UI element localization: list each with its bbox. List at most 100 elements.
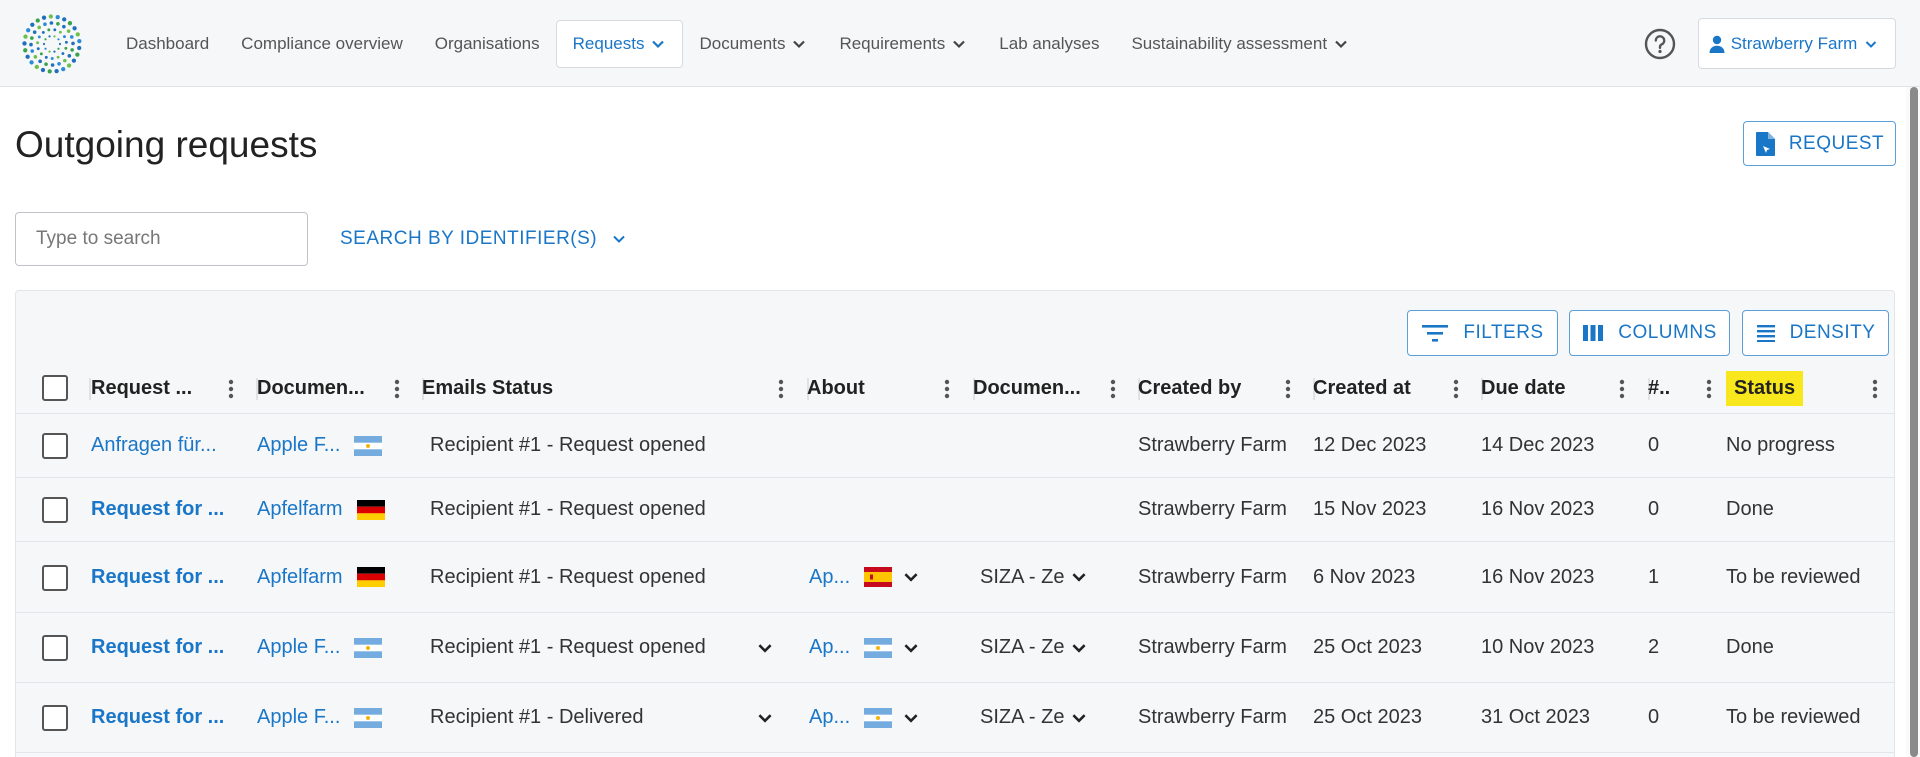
expand-chevron-icon[interactable]	[902, 709, 920, 727]
cell-document[interactable]: Apple F...	[257, 414, 407, 477]
cell-due-date: 10 Nov 2023	[1481, 613, 1632, 682]
email-status-text: Recipient #1 - Request opened	[430, 565, 706, 588]
column-menu-icon[interactable]	[1704, 378, 1714, 400]
filters-label: FILTERS	[1463, 322, 1544, 343]
expand-chevron-icon[interactable]	[902, 639, 920, 657]
row-checkbox[interactable]	[42, 705, 68, 731]
linked-document-text: SIZA - Ze	[980, 706, 1065, 728]
cell-document[interactable]: Apple F...	[257, 613, 407, 682]
cell-created-at: 25 Oct 2023	[1313, 613, 1466, 682]
document-link[interactable]: Apple F...	[257, 706, 340, 729]
cell-document[interactable]: Apple F...	[257, 683, 407, 752]
column-menu-icon[interactable]	[1108, 378, 1118, 400]
expand-chevron-icon[interactable]	[1070, 568, 1088, 586]
email-status-text: Recipient #1 - Delivered	[430, 706, 644, 728]
cell-request[interactable]: Anfragen für...	[91, 414, 241, 477]
about-link[interactable]: Ap...	[809, 566, 850, 589]
expand-chevron-icon[interactable]	[902, 568, 920, 586]
document-link[interactable]: Apple F...	[257, 434, 340, 457]
nav-item-compliance-overview[interactable]: Compliance overview	[225, 20, 419, 68]
column-header-document[interactable]: Documen...	[257, 362, 382, 414]
expand-chevron-icon[interactable]	[1070, 709, 1088, 727]
column-menu-icon[interactable]	[1617, 378, 1627, 400]
status-value: No progress	[1726, 434, 1835, 456]
nav-item-dashboard[interactable]: Dashboard	[110, 20, 225, 68]
column-header-request[interactable]: Request ...	[91, 362, 216, 414]
created-at-value: 6 Nov 2023	[1313, 565, 1416, 588]
filters-button[interactable]: FILTERS	[1407, 310, 1558, 356]
nav-item-sustainability-assessment[interactable]: Sustainability assessment	[1115, 20, 1365, 68]
column-menu-icon[interactable]	[392, 378, 402, 400]
column-menu-icon[interactable]	[942, 378, 952, 400]
new-request-button[interactable]: REQUEST	[1743, 121, 1896, 166]
row-checkbox[interactable]	[42, 564, 68, 591]
table-row[interactable]: Request for ... Apple F... Recipient #1 - …	[15, 683, 1895, 753]
column-header-due-date[interactable]: Due date	[1481, 362, 1607, 414]
row-checkbox[interactable]	[42, 497, 68, 523]
nav-item-organisations[interactable]: Organisations	[419, 20, 556, 68]
cell-about[interactable]: Ap...	[807, 613, 957, 682]
request-link[interactable]: Request for ...	[91, 498, 224, 521]
cell-document[interactable]: Apfelfarm	[257, 542, 407, 612]
column-header-about[interactable]: About	[807, 362, 932, 414]
nav-item-requirements[interactable]: Requirements	[823, 20, 983, 68]
table-row[interactable]: Request for ... Apfelfarm Recipient #1 - R…	[15, 542, 1895, 613]
column-header-created-at[interactable]: Created at	[1313, 362, 1441, 414]
column-header-emails[interactable]: Emails Status	[422, 362, 766, 414]
nav-item-documents[interactable]: Documents	[683, 20, 823, 68]
column-menu-icon[interactable]	[776, 378, 786, 400]
nav-item-requests[interactable]: Requests	[555, 19, 684, 68]
expand-chevron-icon[interactable]	[1070, 639, 1088, 657]
cell-count: 0	[1648, 683, 1719, 752]
table-row[interactable]: Request for ... Apple F... Recipient #1 - …	[15, 613, 1895, 683]
created-by-value: Strawberry Farm	[1138, 498, 1287, 520]
row-checkbox[interactable]	[42, 635, 68, 661]
column-menu-icon[interactable]	[1870, 378, 1880, 400]
search-input[interactable]	[15, 212, 308, 266]
request-link[interactable]: Request for ...	[91, 566, 224, 589]
document-link[interactable]: Apple F...	[257, 636, 340, 659]
column-menu-icon[interactable]	[226, 378, 236, 400]
columns-button[interactable]: COLUMNS	[1569, 310, 1730, 356]
table-row[interactable]: Request for ... Apfelfarm Recipient #1 - R…	[15, 478, 1895, 542]
column-header-status[interactable]: Status	[1726, 362, 1860, 414]
request-link[interactable]: Anfragen für...	[91, 434, 217, 457]
request-link[interactable]: Request for ...	[91, 706, 224, 729]
column-menu-icon[interactable]	[1451, 378, 1461, 400]
chevron-down-icon	[613, 235, 625, 243]
about-link[interactable]: Ap...	[809, 706, 850, 729]
cell-request[interactable]: Request for ...	[91, 542, 241, 612]
row-checkbox[interactable]	[42, 433, 68, 459]
column-header-count[interactable]: #..	[1648, 362, 1694, 414]
column-header-created-by[interactable]: Created by	[1138, 362, 1273, 414]
expand-chevron-icon[interactable]	[756, 709, 774, 727]
cell-about[interactable]: Ap...	[807, 683, 957, 752]
column-header-doc2[interactable]: Documen...	[973, 362, 1098, 414]
table-row[interactable]: Anfragen für... Apple F... Recipient #1 - …	[15, 414, 1895, 478]
cell-created-by: Strawberry Farm	[1138, 683, 1298, 752]
about-link[interactable]: Ap...	[809, 636, 850, 659]
search-by-identifier-button[interactable]: SEARCH BY IDENTIFIER(S)	[340, 212, 627, 266]
help-icon[interactable]	[1644, 28, 1676, 60]
expand-chevron-icon[interactable]	[756, 639, 774, 657]
nav-item-lab-analyses[interactable]: Lab analyses	[983, 20, 1115, 68]
cell-request[interactable]: Request for ...	[91, 613, 241, 682]
argentina-flag-icon	[354, 435, 383, 456]
cell-count: 1	[1648, 542, 1719, 612]
logo-icon[interactable]	[22, 14, 82, 74]
account-menu-button[interactable]: Strawberry Farm	[1698, 18, 1896, 69]
search-by-identifier-label: SEARCH BY IDENTIFIER(S)	[340, 228, 598, 249]
cell-request[interactable]: Request for ...	[91, 683, 241, 752]
request-link[interactable]: Request for ...	[91, 636, 224, 659]
document-link[interactable]: Apfelfarm	[257, 498, 343, 521]
cell-document[interactable]: Apfelfarm	[257, 478, 407, 541]
column-menu-icon[interactable]	[1283, 378, 1293, 400]
scrollbar-thumb[interactable]	[1910, 87, 1918, 757]
cell-due-date: 16 Nov 2023	[1481, 542, 1632, 612]
density-button[interactable]: DENSITY	[1742, 310, 1889, 356]
document-link[interactable]: Apfelfarm	[257, 566, 343, 589]
cell-about[interactable]: Ap...	[807, 542, 957, 612]
nav-item-label: Requirements	[839, 33, 946, 53]
cell-request[interactable]: Request for ...	[91, 478, 241, 541]
select-all-checkbox[interactable]	[42, 375, 68, 401]
